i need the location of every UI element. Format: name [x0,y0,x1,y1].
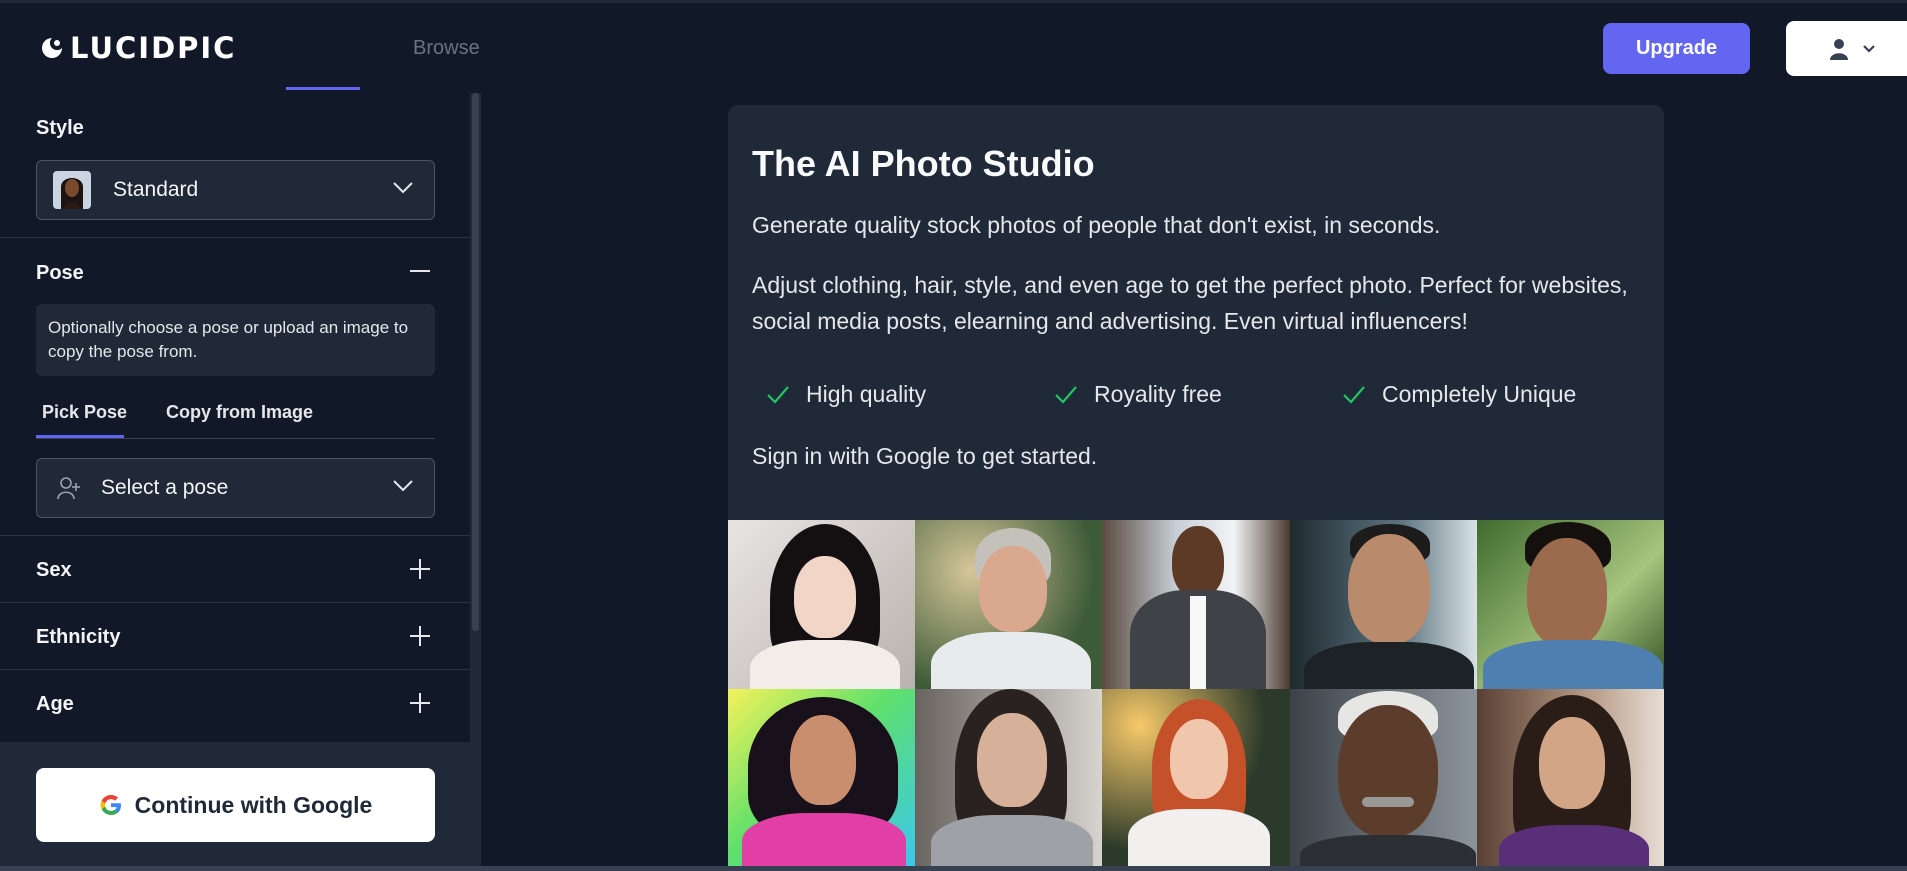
style-thumbnail [53,171,91,209]
feature-label: Royality free [1094,381,1222,407]
intro-text: Generate quality stock photos of people … [752,212,1441,238]
google-button-label: Continue with Google [134,791,373,818]
logo[interactable]: LUCIDPIC [40,31,236,65]
tab-pick-pose[interactable]: Pick Pose [42,402,127,423]
feature-high-quality: High quality [766,381,926,408]
sample-photo [1476,689,1664,871]
nav-browse[interactable]: Browse [413,37,480,60]
hero-card: The AI Photo Studio Generate quality sto… [728,105,1664,871]
collapse-minus-icon[interactable] [409,260,431,282]
user-menu-button[interactable] [1786,21,1907,76]
style-select[interactable]: Standard [36,160,435,220]
expand-plus-icon[interactable] [409,558,431,580]
sample-photo [1102,689,1290,871]
feature-label: Completely Unique [1382,381,1577,407]
description-text: Adjust clothing, hair, style, and even a… [752,272,1628,334]
active-tab-indicator [36,435,124,438]
page-title: The AI Photo Studio [752,143,1095,184]
sidebar-scrollbar-thumb[interactable] [472,93,479,631]
feature-label: High quality [806,381,927,407]
chevron-down-icon [393,182,413,194]
divider [0,602,470,603]
sample-photo [728,520,916,689]
divider [0,669,470,670]
sample-photo-grid [728,520,1664,871]
pose-select[interactable]: Select a pose [36,458,435,518]
check-icon [767,385,789,404]
logo-text: LUCIDPIC [70,31,237,65]
upgrade-button[interactable]: Upgrade [1603,23,1750,74]
pose-info: Optionally choose a pose or upload an im… [36,304,435,376]
bottom-scrollbar[interactable] [0,866,1907,871]
feature-royalty-free: Royality free [1054,381,1222,408]
user-icon [1829,38,1848,60]
sample-photo [915,520,1103,689]
divider [0,237,470,238]
sample-photo [1476,520,1664,689]
chevron-down-icon [1862,44,1875,53]
chevron-down-icon [393,480,413,492]
expand-plus-icon[interactable] [409,625,431,647]
check-icon [1055,385,1077,404]
ethnicity-section-title: Ethnicity [36,626,121,648]
pose-select-placeholder: Select a pose [101,476,229,499]
sample-photo [1289,520,1477,689]
divider [0,535,470,536]
sample-photo [728,689,916,871]
pose-section-title: Pose [36,262,84,284]
header: LUCIDPIC Browse Upgrade [0,3,1907,91]
check-icon [1343,385,1365,404]
sample-photo [1102,520,1290,689]
continue-with-google-button[interactable]: Continue with Google [36,768,435,842]
sample-photo [1289,689,1477,871]
style-selected-value: Standard [113,178,199,201]
style-section-title: Style [36,117,84,139]
signin-cta-text: Sign in with Google to get started. [752,443,1098,469]
moon-logo-icon [42,38,62,58]
tabs-baseline [36,438,435,439]
feature-completely-unique: Completely Unique [1342,381,1576,408]
expand-plus-icon[interactable] [409,692,431,714]
google-icon [100,795,121,815]
sex-section-title: Sex [36,559,72,581]
tab-copy-from-image[interactable]: Copy from Image [166,402,313,423]
add-person-icon [57,477,80,500]
nav-active-indicator [286,87,360,90]
age-section-title: Age [36,693,74,715]
sample-photo [915,689,1103,871]
